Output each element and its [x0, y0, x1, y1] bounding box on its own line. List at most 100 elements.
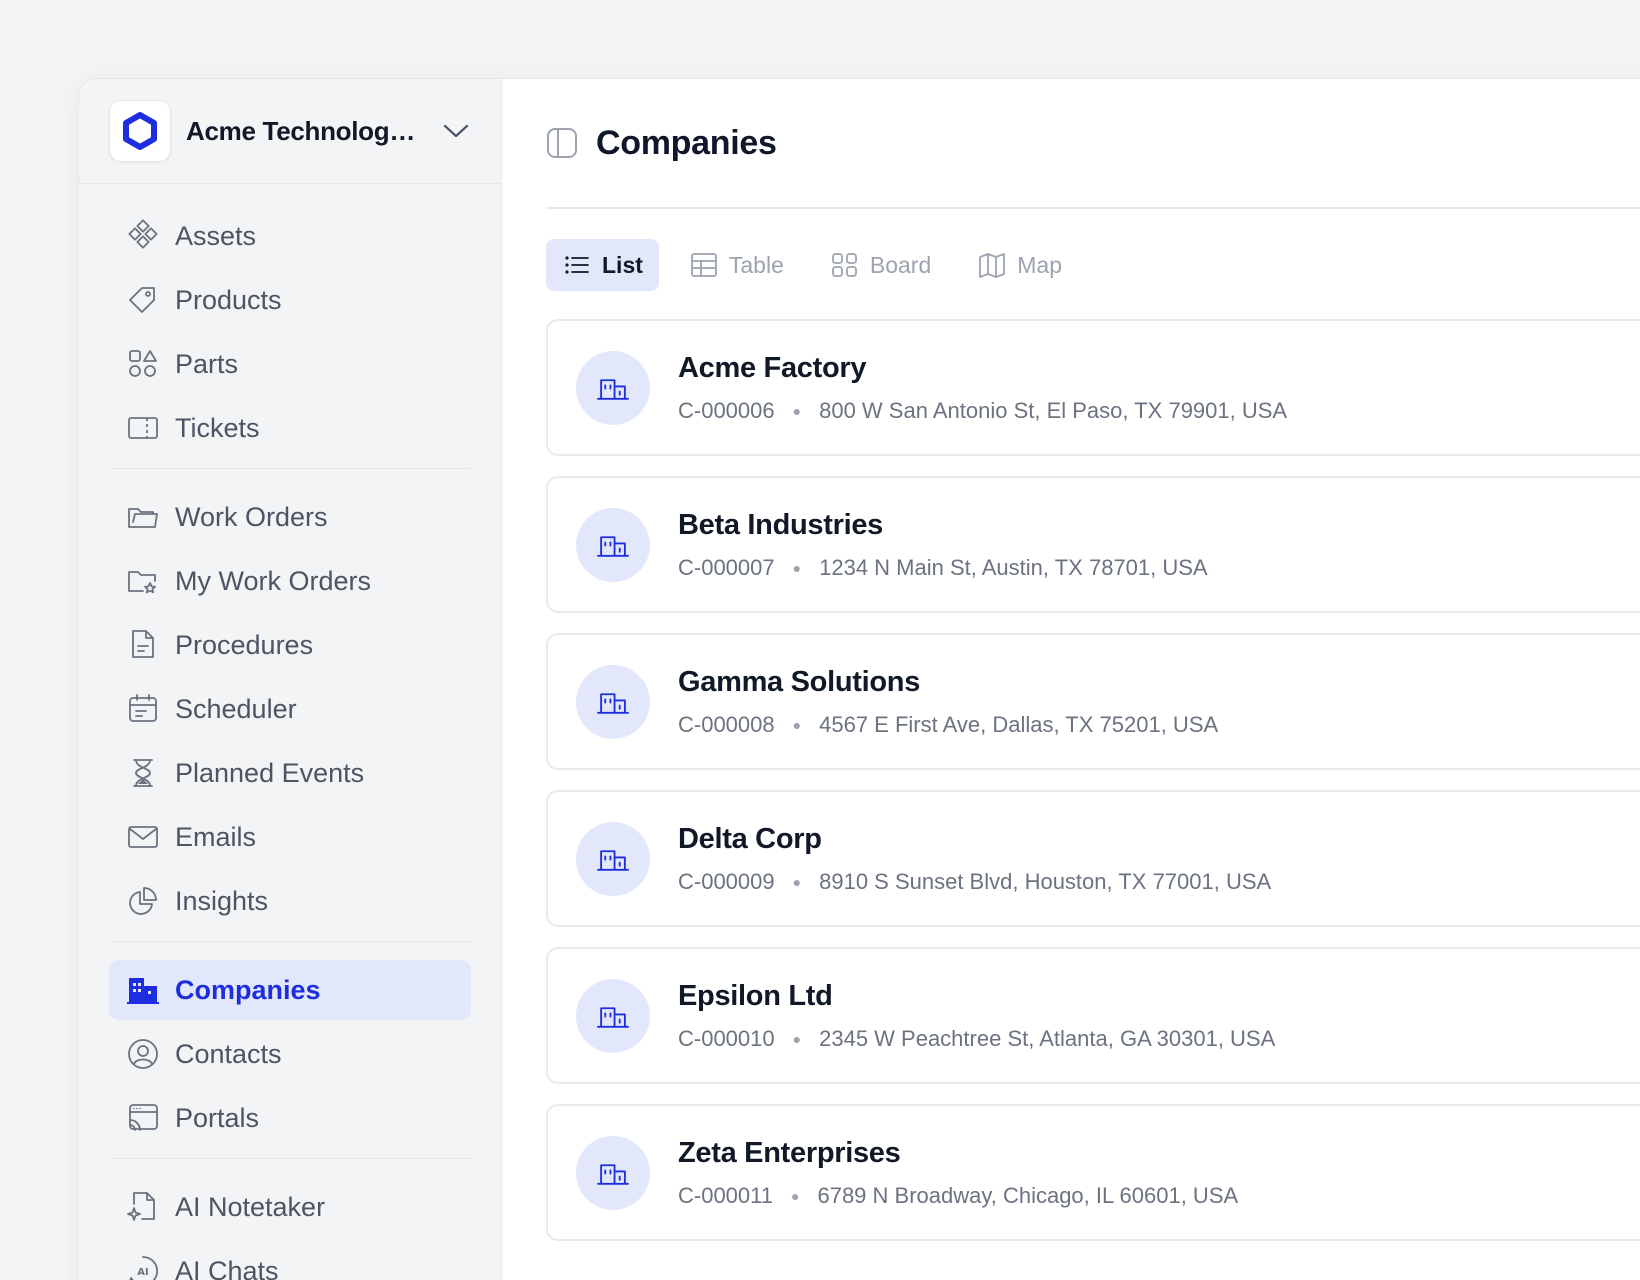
ai-chat-icon: AI	[126, 1254, 160, 1280]
sidebar-item-label: Work Orders	[175, 501, 328, 532]
sidebar-item-label: My Work Orders	[175, 565, 372, 596]
company-name: Beta Industries	[678, 508, 883, 541]
building-icon	[126, 973, 160, 1007]
companies-list: Acme Factory C-000006 ● 800 W San Antonio S…	[546, 319, 1640, 1241]
sidebar-divider	[109, 1158, 471, 1159]
building-icon	[597, 692, 629, 714]
portal-icon	[126, 1101, 160, 1135]
company-name: Delta Corp	[678, 822, 822, 855]
company-address: 4567 E First Ave, Dallas, TX 75201, USA	[819, 711, 1219, 737]
main-content: Companies List Table Board Map Acme Factory…	[502, 79, 1640, 1280]
company-id: C-000010	[678, 1025, 775, 1051]
folder-star-icon	[126, 564, 160, 598]
sidebar-item-insights[interactable]: Insights	[109, 871, 471, 931]
hourglass-icon	[126, 756, 160, 790]
sidebar-item-companies[interactable]: Companies	[109, 960, 471, 1020]
folder-icon	[126, 500, 160, 534]
separator-dot: ●	[792, 559, 802, 576]
building-icon	[597, 535, 629, 557]
company-avatar	[576, 1135, 650, 1210]
company-address: 6789 N Broadway, Chicago, IL 60601, USA	[817, 1182, 1239, 1208]
sidebar-item-procedures[interactable]: Procedures	[109, 615, 471, 675]
sidebar-item-label: Contacts	[175, 1038, 282, 1069]
company-card[interactable]: Epsilon Ltd C-000010 ● 2345 W Peachtree St,…	[546, 947, 1640, 1084]
sidebar-item-contacts[interactable]: Contacts	[109, 1024, 471, 1084]
sidebar-item-label: AI Notetaker	[175, 1191, 326, 1222]
svg-text:AI: AI	[137, 1267, 148, 1278]
separator-dot: ●	[792, 1030, 802, 1047]
ai-note-icon	[126, 1190, 160, 1224]
sidebar-item-my-work-orders[interactable]: My Work Orders	[109, 551, 471, 611]
tab-table[interactable]: Table	[673, 239, 800, 291]
org-switcher[interactable]: Acme Technologies	[79, 79, 501, 184]
sidebar-item-tickets[interactable]: Tickets	[109, 398, 471, 458]
sidebar-item-label: Portals	[175, 1102, 260, 1133]
org-name: Acme Technologies	[186, 115, 421, 146]
ticket-icon	[126, 411, 160, 445]
tab-list[interactable]: List	[546, 239, 659, 291]
company-card[interactable]: Beta Industries C-000007 ● 1234 N Main St, …	[546, 476, 1640, 613]
company-id: C-000009	[678, 868, 775, 894]
sidebar-item-ai-notetaker[interactable]: AI Notetaker	[109, 1177, 471, 1237]
company-card[interactable]: Acme Factory C-000006 ● 800 W San Antonio S…	[546, 319, 1640, 456]
chevron-down-icon	[443, 124, 469, 138]
map-icon	[977, 250, 1007, 280]
sidebar-item-assets[interactable]: Assets	[109, 206, 471, 266]
list-icon	[562, 250, 592, 280]
sidebar-item-portals[interactable]: Portals	[109, 1088, 471, 1148]
company-card[interactable]: Zeta Enterprises C-000011 ● 6789 N Broadway…	[546, 1104, 1640, 1241]
page-title: Companies	[596, 123, 777, 162]
sidebar-item-label: Tickets	[175, 412, 260, 443]
sidebar-item-work-orders[interactable]: Work Orders	[109, 487, 471, 547]
mail-icon	[126, 820, 160, 854]
sidebar-divider	[109, 941, 471, 942]
company-name: Zeta Enterprises	[678, 1136, 901, 1169]
app-window: Acme Technologies Assets Products Parts Tic…	[78, 78, 1640, 1280]
sidebar-item-planned-events[interactable]: Planned Events	[109, 743, 471, 803]
sidebar-item-label: Parts	[175, 348, 239, 379]
company-id: C-000011	[678, 1182, 773, 1208]
tab-label: Board	[869, 251, 932, 278]
company-card[interactable]: Gamma Solutions C-000008 ● 4567 E First Ave…	[546, 633, 1640, 770]
company-avatar	[576, 978, 650, 1053]
company-address: 2345 W Peachtree St, Atlanta, GA 30301, …	[819, 1025, 1276, 1051]
table-icon	[689, 250, 719, 280]
assets-icon	[126, 219, 160, 253]
sidebar-toggle-icon[interactable]	[546, 127, 578, 159]
company-address: 8910 S Sunset Blvd, Houston, TX 77001, U…	[819, 868, 1272, 894]
sidebar-item-label: Planned Events	[175, 757, 365, 788]
company-card[interactable]: Delta Corp C-000009 ● 8910 S Sunset Blvd, H…	[546, 790, 1640, 927]
company-avatar	[576, 664, 650, 739]
company-address: 1234 N Main St, Austin, TX 78701, USA	[819, 554, 1208, 580]
sidebar-item-scheduler[interactable]: Scheduler	[109, 679, 471, 739]
tab-map[interactable]: Map	[961, 239, 1078, 291]
company-name: Acme Factory	[678, 351, 867, 384]
company-avatar	[576, 350, 650, 425]
company-id: C-000006	[678, 397, 775, 423]
page-header: Companies	[546, 79, 1640, 209]
sidebar-item-products[interactable]: Products	[109, 270, 471, 330]
org-logo	[109, 100, 171, 162]
sidebar-item-label: Products	[175, 284, 282, 315]
shapes-icon	[126, 347, 160, 381]
company-avatar	[576, 507, 650, 582]
document-icon	[126, 628, 160, 662]
sidebar-item-ai-chats[interactable]: AI AI Chats	[109, 1241, 471, 1280]
sidebar-item-label: Insights	[175, 885, 269, 916]
tab-label: List	[602, 251, 643, 278]
building-icon	[597, 849, 629, 871]
calendar-icon	[126, 692, 160, 726]
sidebar-item-emails[interactable]: Emails	[109, 807, 471, 867]
sidebar-item-label: Companies	[175, 974, 321, 1005]
sidebar-item-label: Emails	[175, 821, 257, 852]
building-icon	[597, 378, 629, 400]
building-icon	[597, 1006, 629, 1028]
view-switcher: List Table Board Map	[546, 239, 1640, 291]
sidebar-item-parts[interactable]: Parts	[109, 334, 471, 394]
tag-icon	[126, 283, 160, 317]
separator-dot: ●	[792, 873, 802, 890]
sidebar-item-label: Procedures	[175, 629, 314, 660]
company-name: Gamma Solutions	[678, 665, 921, 698]
tab-board[interactable]: Board	[814, 239, 947, 291]
sidebar-item-label: Assets	[175, 220, 257, 251]
